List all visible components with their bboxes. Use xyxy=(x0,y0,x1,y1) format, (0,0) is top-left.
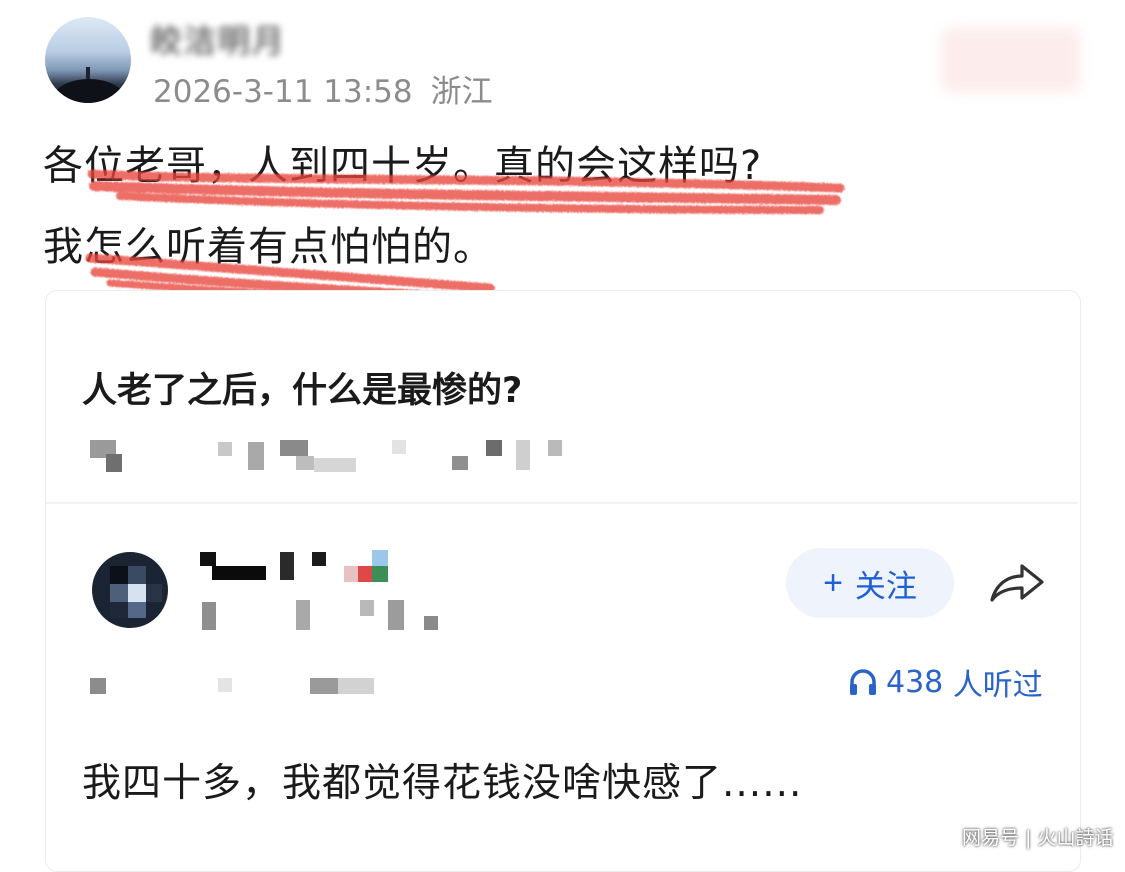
author-name[interactable]: 皎洁明月 xyxy=(150,16,286,62)
follow-button[interactable]: + 关注 xyxy=(786,548,954,618)
post-timestamp: 2026-3-11 13:58 xyxy=(153,74,413,110)
watermark: 网易号 | 火山詩话 xyxy=(962,827,1114,849)
card-divider xyxy=(46,502,1078,504)
post-location: 浙江 xyxy=(430,74,493,110)
question-title[interactable]: 人老了之后，什么是最惨的? xyxy=(82,362,522,413)
headphones-icon xyxy=(850,669,876,695)
listen-count: 438 人听过 xyxy=(848,660,1043,704)
follow-button-label: 关注 xyxy=(854,568,917,604)
post-meta: 2026-3-11 13:58 浙江 xyxy=(153,66,493,111)
blurred-header-action xyxy=(942,28,1080,92)
plus-icon: + xyxy=(823,564,843,602)
avatar-hill-shape xyxy=(53,79,125,103)
post-text-line-1: 各位老哥，人到四十岁。真的会这样吗? xyxy=(43,143,763,189)
listen-count-suffix: 人听过 xyxy=(952,668,1043,703)
author-avatar[interactable] xyxy=(45,17,131,103)
answer-text[interactable]: 我四十多，我都觉得花钱没啥快感了...... xyxy=(82,752,802,808)
share-arrow-icon[interactable] xyxy=(988,560,1046,606)
post-text-line-2: 我怎么听着有点怕怕的。 xyxy=(43,224,494,270)
listen-count-number: 438 xyxy=(886,664,944,700)
